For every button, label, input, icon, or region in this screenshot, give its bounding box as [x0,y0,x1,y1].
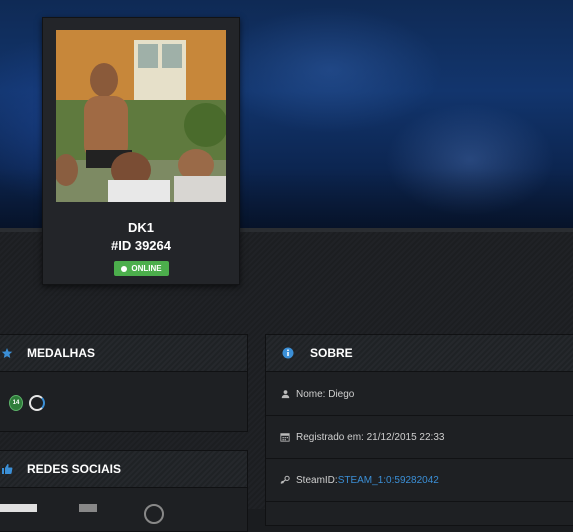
ring-medal-icon[interactable] [29,395,45,411]
thumbs-up-icon [1,463,13,475]
social-link-icon[interactable] [79,504,97,512]
medals-title: MEDALHAS [27,346,95,360]
about-name-text: Nome: Diego [296,388,355,400]
social-title: REDES SOCIAIS [27,462,122,476]
medals-panel: MEDALHAS 14 [0,334,248,432]
about-title: SOBRE [310,346,353,360]
online-dot-icon [121,265,128,272]
info-icon [282,347,294,359]
steam-icon [280,475,290,485]
medal-count: 14 [12,400,20,406]
profile-card: DK1 #ID 39264 ONLINE [42,17,240,285]
about-row-steamid: SteamID: STEAM_1:0:59282042 [266,459,573,502]
medals-list: 14 [9,395,45,411]
about-header: SOBRE [266,335,573,372]
social-circle-icon[interactable] [144,504,164,524]
user-icon [280,389,290,399]
steamid-link[interactable]: STEAM_1:0:59282042 [338,475,439,486]
about-registered-text: Registrado em: 21/12/2015 22:33 [296,431,445,443]
star-icon [1,347,13,359]
about-row-registered: Registrado em: 21/12/2015 22:33 [266,416,573,459]
user-id: #ID 39264 [111,238,171,253]
steamid-label: SteamID: [296,474,338,486]
username: DK1 [127,220,154,235]
avatar[interactable] [56,30,226,202]
status-label: ONLINE [131,264,162,273]
calendar-icon [280,432,290,442]
avatar-photo [56,30,226,202]
about-row-name: Nome: Diego [266,373,573,416]
social-header: REDES SOCIAIS [0,451,247,488]
about-panel: SOBRE Nome: Diego Registrado em: 21/12/2… [265,334,573,526]
social-link-bar[interactable] [0,504,37,512]
social-panel: REDES SOCIAIS [0,450,248,532]
medals-header: MEDALHAS [0,335,247,372]
green-medal-icon[interactable]: 14 [9,395,23,411]
status-badge: ONLINE [114,261,169,276]
